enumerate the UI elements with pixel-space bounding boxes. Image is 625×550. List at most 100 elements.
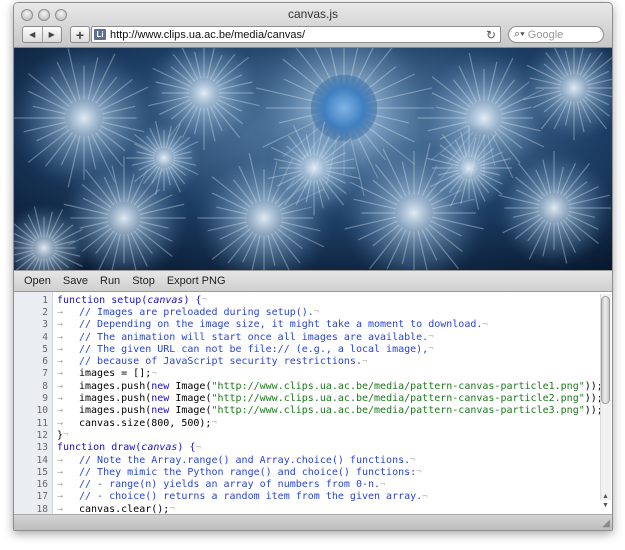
- code-text-area[interactable]: function setup(canvas) {¬ →// Images are…: [53, 292, 612, 514]
- code-string: "http://www.clips.ua.ac.be/media/pattern…: [211, 380, 585, 392]
- add-bookmark-button[interactable]: +: [70, 26, 90, 43]
- code-comment: // The animation will start once all ima…: [79, 331, 429, 343]
- tab-mark: →: [57, 331, 64, 343]
- eol-mark: ¬: [428, 344, 434, 355]
- code-line: → images.push(new Image("http://www.clips…: [53, 392, 612, 404]
- title-bar: canvas.js ◀ ▶ + Li http://www.clips.ua.a…: [14, 3, 612, 48]
- line-number: 12: [36, 429, 48, 441]
- line-number: 11: [36, 417, 48, 429]
- code-line: → canvas.size(800, 500); ¬: [53, 417, 612, 429]
- tab-mark: →: [57, 380, 64, 392]
- search-icon[interactable]: ⌕▾: [514, 28, 525, 41]
- back-button[interactable]: ◀: [23, 27, 42, 42]
- code-comment: // Depending on the image size, it might…: [79, 319, 483, 331]
- line-number: 3: [42, 319, 48, 331]
- particle-canvas: [14, 48, 612, 270]
- code-line: → images = []; ¬: [53, 368, 612, 380]
- open-button[interactable]: Open: [14, 275, 57, 287]
- eol-mark: ¬: [482, 319, 488, 330]
- code-line: → // because of JavaScript security restr…: [53, 355, 612, 367]
- tab-mark: →: [57, 503, 64, 514]
- eol-mark: ¬: [410, 455, 416, 465]
- code-comment: // - choice() returns a random item from…: [79, 491, 423, 503]
- tab-mark: →: [57, 393, 64, 405]
- code-token: draw(: [111, 442, 142, 454]
- eol-mark: ¬: [422, 491, 428, 502]
- eol-mark: ¬: [169, 504, 175, 514]
- eol-mark: ¬: [63, 430, 69, 441]
- code-editor[interactable]: 1 2 3 4 5 6 7 8 9 10 11 12 13 14 15 16 1…: [14, 292, 612, 515]
- code-statement: images = [];: [79, 368, 152, 380]
- window-title: canvas.js: [287, 7, 339, 21]
- reload-icon[interactable]: ↻: [486, 28, 496, 42]
- code-line: → images.push(new Image("http://www.clips…: [53, 380, 612, 392]
- line-number: 2: [42, 306, 48, 318]
- line-number: 9: [42, 393, 48, 405]
- site-favicon: Li: [94, 29, 106, 40]
- code-line: → images.push(new Image("http://www.clips…: [53, 405, 612, 417]
- eol-mark: ¬: [201, 295, 207, 306]
- eol-mark: ¬: [313, 307, 320, 318]
- canvas-output[interactable]: [14, 48, 612, 270]
- code-statement: canvas.size(800, 500);: [79, 417, 212, 429]
- url-text[interactable]: http://www.clips.ua.ac.be/media/canvas/: [110, 29, 486, 41]
- tab-mark: →: [57, 491, 64, 503]
- line-number: 7: [42, 368, 48, 380]
- tab-mark: →: [57, 417, 64, 429]
- forward-button[interactable]: ▶: [41, 27, 62, 42]
- code-comment: // - range(n) yields an array of numbers…: [79, 479, 381, 491]
- code-comment: // Note the Array.range() and Array.choi…: [79, 454, 411, 466]
- code-keyword: new: [151, 405, 176, 417]
- eol-mark: ¬: [361, 356, 368, 367]
- code-comment: // because of JavaScript security restri…: [79, 356, 362, 368]
- code-param: canvas: [141, 442, 178, 454]
- line-number: 10: [36, 405, 48, 417]
- tab-mark: →: [57, 319, 64, 331]
- scroll-thumb[interactable]: [601, 296, 610, 404]
- code-token: ) {: [183, 294, 202, 306]
- line-number: 16: [36, 479, 48, 491]
- editor-scrollbar[interactable]: ▲ ▼: [600, 294, 611, 510]
- code-string: "http://www.clips.ua.ac.be/media/pattern…: [211, 405, 585, 417]
- line-number: 17: [36, 491, 48, 503]
- scroll-down-arrow-icon[interactable]: ▼: [600, 501, 611, 510]
- save-button[interactable]: Save: [57, 275, 94, 287]
- code-line: → // They mimic the Python range() and ch…: [53, 466, 612, 478]
- eol-mark: ¬: [195, 442, 201, 453]
- line-number: 8: [42, 380, 48, 392]
- resize-grip-icon[interactable]: ◢: [602, 518, 610, 529]
- code-param: canvas: [147, 294, 184, 306]
- run-button[interactable]: Run: [94, 275, 126, 287]
- plus-icon: +: [75, 26, 85, 43]
- code-line: → // Note the Array.range() and Array.cho…: [53, 454, 612, 466]
- editor-menu-bar: Open Save Run Stop Export PNG: [14, 270, 612, 292]
- code-keyword: new: [151, 380, 176, 392]
- forward-arrow-icon: ▶: [48, 30, 55, 39]
- code-line: → // The animation will start once all im…: [53, 331, 612, 343]
- search-field[interactable]: ⌕▾: [508, 26, 604, 43]
- code-token: images.push(: [79, 405, 152, 417]
- particle: [424, 123, 514, 213]
- line-number: 15: [36, 466, 48, 478]
- search-input[interactable]: [524, 28, 594, 41]
- scroll-up-arrow-icon[interactable]: ▲: [600, 492, 611, 501]
- tab-mark: →: [57, 454, 64, 466]
- line-number: 4: [42, 331, 48, 343]
- export-png-button[interactable]: Export PNG: [161, 275, 232, 287]
- stop-button[interactable]: Stop: [126, 275, 161, 287]
- particle: [264, 118, 364, 218]
- code-line: → // The given URL can not be file:// (e.…: [53, 343, 612, 355]
- tab-mark: →: [57, 343, 64, 355]
- code-line: function setup(canvas) {¬: [53, 294, 612, 306]
- code-line: → // - choice() returns a random item fro…: [53, 491, 612, 503]
- eol-mark: ¬: [211, 418, 217, 429]
- code-token: setup(: [111, 294, 148, 306]
- tab-mark: →: [57, 356, 64, 368]
- code-keyword: function: [57, 294, 112, 306]
- line-number: 1: [42, 294, 48, 306]
- code-line: → // Images are preloaded during setup().…: [53, 306, 612, 318]
- code-string: "http://www.clips.ua.ac.be/media/pattern…: [211, 393, 585, 405]
- particle: [124, 118, 204, 198]
- code-token: Image(: [175, 380, 212, 392]
- address-bar[interactable]: Li http://www.clips.ua.ac.be/media/canva…: [91, 26, 501, 43]
